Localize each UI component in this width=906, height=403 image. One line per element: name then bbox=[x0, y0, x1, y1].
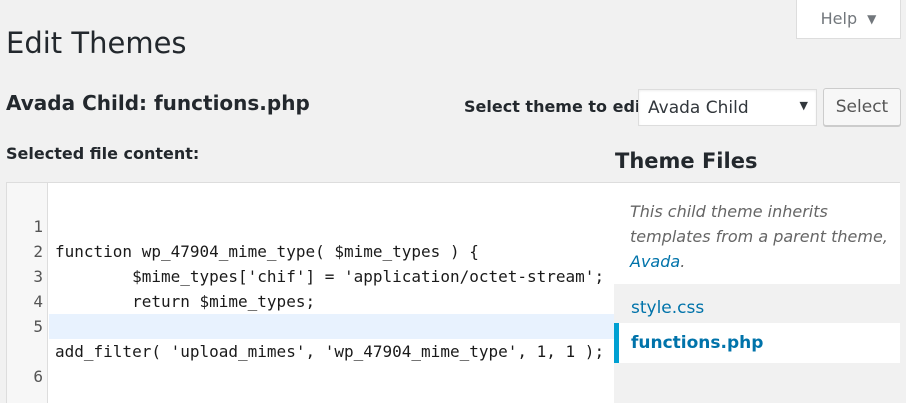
caret-down-icon: ▼ bbox=[867, 11, 877, 26]
code-line[interactable]: 5 add_filter( 'upload_mimes', 'wp_47904_… bbox=[7, 289, 614, 361]
note-suffix: . bbox=[680, 252, 686, 271]
file-title: Avada Child: functions.php bbox=[6, 91, 310, 115]
code-line[interactable]: 4 } bbox=[7, 264, 614, 336]
help-tab-button[interactable]: Help ▼ bbox=[796, 0, 901, 39]
code-line[interactable]: 3 return $mime_types; bbox=[7, 239, 614, 311]
page-title: Edit Themes bbox=[6, 26, 187, 60]
code-editor[interactable]: 1 function wp_47904_mime_type( $mime_typ… bbox=[6, 182, 614, 403]
code-line[interactable]: 1 function wp_47904_mime_type( $mime_typ… bbox=[7, 189, 614, 261]
file-link-functions-php[interactable]: functions.php bbox=[614, 323, 900, 363]
line-text: add_filter( 'upload_mimes', 'wp_47904_mi… bbox=[55, 342, 605, 361]
active-line-highlight bbox=[49, 314, 614, 339]
theme-select-label: Select theme to edit: bbox=[464, 97, 655, 116]
parent-theme-link[interactable]: Avada bbox=[630, 252, 680, 271]
help-label: Help bbox=[820, 9, 858, 28]
select-theme-button[interactable]: Select bbox=[823, 88, 901, 126]
theme-files-heading: Theme Files bbox=[615, 149, 758, 173]
active-code-line[interactable]: 6 bbox=[7, 314, 614, 386]
dropdown-arrow-icon: ▼ bbox=[799, 99, 808, 112]
file-link-style-css[interactable]: style.css bbox=[614, 288, 900, 328]
child-theme-note: This child theme inherits templates from… bbox=[630, 199, 892, 274]
file-content-label: Selected file content: bbox=[6, 144, 200, 163]
theme-select[interactable]: Avada Child ▼ bbox=[638, 89, 817, 126]
note-text: This child theme inherits templates from… bbox=[630, 202, 888, 246]
files-list-footer bbox=[614, 363, 900, 403]
line-number: 6 bbox=[33, 367, 43, 386]
code-line[interactable]: 2 $mime_types['chif'] = 'application/oct… bbox=[7, 214, 614, 286]
theme-select-value: Avada Child bbox=[648, 97, 749, 118]
